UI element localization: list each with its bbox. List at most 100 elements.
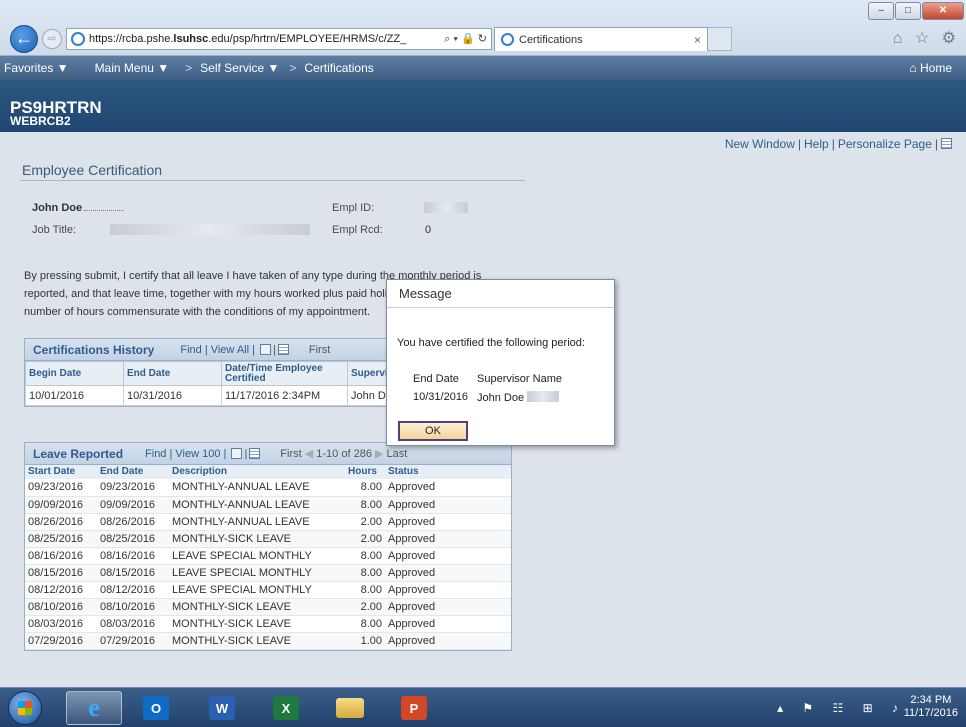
home-link[interactable]: ⌂ Home	[909, 61, 952, 75]
clock-time: 2:34 PM	[910, 694, 952, 706]
cell-status: Approved	[385, 547, 511, 565]
system-tray-icons[interactable]: ▴ ⚑ ☷ ⊞ ♪	[777, 701, 906, 715]
redacted-name	[84, 210, 125, 211]
powerpoint-icon: P	[401, 696, 427, 720]
cell-end-date: 09/09/2016	[97, 496, 169, 514]
ie-page-icon	[71, 32, 85, 46]
cell-end-date: 08/10/2016	[97, 598, 169, 616]
redacted-empl-id	[424, 202, 468, 213]
cell-end-date: 08/26/2016	[97, 513, 169, 531]
taskbar-internet-explorer[interactable]: e	[66, 691, 122, 725]
cell-status: Approved	[385, 632, 511, 650]
new-tab-button[interactable]	[708, 27, 732, 51]
cell-description: MONTHLY-ANNUAL LEAVE	[169, 513, 345, 531]
home-favorites-settings-icons[interactable]: ⌂ ☆ ⚙	[893, 28, 960, 48]
forward-button[interactable]: ⇨	[42, 29, 62, 49]
cell-start-date: 08/15/2016	[25, 564, 97, 582]
dialog-message: You have certified the following period:	[397, 337, 585, 349]
cell-end-date: 07/29/2016	[97, 632, 169, 650]
grid-find-view-links[interactable]: Find | View 100 | |	[145, 447, 262, 460]
minimize-button[interactable]: –	[868, 2, 894, 20]
zoom-icon[interactable]	[231, 447, 243, 459]
cell-description: MONTHLY-SICK LEAVE	[169, 598, 345, 616]
personalize-grid-icon[interactable]	[941, 138, 952, 149]
download-icon[interactable]	[277, 343, 289, 355]
title-divider	[20, 180, 525, 181]
tab-close-icon[interactable]: ×	[694, 33, 701, 47]
taskbar-file-explorer[interactable]	[322, 691, 378, 725]
windows-taskbar: e O W X P ▴ ⚑ ☷ ⊞ ♪ 2:34 PM 11/17/2016	[0, 687, 966, 727]
taskbar-outlook[interactable]: O	[128, 691, 184, 725]
col-start-date: Start Date	[25, 465, 97, 479]
table-row: 08/25/2016 08/25/2016 MONTHLY-SICK LEAVE 2.…	[25, 530, 511, 548]
grid-find-view-links[interactable]: Find | View All | |	[180, 343, 291, 356]
ok-button[interactable]: OK	[398, 421, 468, 441]
grid-first-link[interactable]: First	[309, 344, 330, 356]
col-end-date: End Date	[123, 361, 222, 386]
maximize-button[interactable]: □	[895, 2, 921, 20]
self-service-menu[interactable]: Self Service ▼	[200, 61, 279, 75]
cell-start-date: 08/26/2016	[25, 513, 97, 531]
cell-status: Approved	[385, 513, 511, 531]
cell-end-date: 10/31/2016	[123, 385, 222, 406]
help-link[interactable]: Help	[804, 137, 829, 151]
cell-start-date: 08/10/2016	[25, 598, 97, 616]
cell-status: Approved	[385, 496, 511, 514]
certifications-breadcrumb[interactable]: Certifications	[304, 61, 373, 75]
taskbar-powerpoint[interactable]: P	[386, 691, 442, 725]
col-end-date: End Date	[97, 465, 169, 479]
cell-hours: 1.00	[345, 632, 385, 650]
cell-end-date: 09/23/2016	[97, 479, 169, 497]
back-button[interactable]: ←	[10, 25, 38, 53]
message-dialog: Message You have certified the following…	[386, 279, 615, 446]
cell-description: MONTHLY-SICK LEAVE	[169, 530, 345, 548]
taskbar-excel[interactable]: X	[258, 691, 314, 725]
zoom-icon[interactable]	[260, 343, 272, 355]
cell-end-date: 08/12/2016	[97, 581, 169, 599]
internet-explorer-icon: e	[88, 693, 100, 722]
favorites-menu[interactable]: Favorites ▼	[4, 61, 69, 75]
col-hours: Hours	[345, 465, 385, 479]
empl-rcd-value: 0	[425, 224, 432, 236]
main-menu[interactable]: Main Menu ▼	[95, 61, 170, 75]
cell-status: Approved	[385, 598, 511, 616]
cell-datetime: 11/17/2016 2:34PM	[221, 385, 348, 406]
cell-hours: 8.00	[345, 496, 385, 514]
personalize-page-link[interactable]: Personalize Page	[838, 137, 932, 151]
browser-tab-certifications[interactable]: Certifications ×	[494, 27, 708, 51]
cell-end-date: 08/25/2016	[97, 530, 169, 548]
window-controls: – □ ✕	[867, 2, 964, 20]
cell-hours: 2.00	[345, 513, 385, 531]
new-window-link[interactable]: New Window	[725, 137, 795, 151]
address-url[interactable]: https://rcba.pshe.lsuhsc.edu/psp/hrtrn/E…	[89, 33, 440, 45]
browser-chrome: – □ ✕ ← ⇨ https://rcba.pshe.lsuhsc.edu/p…	[0, 0, 966, 56]
col-status: Status	[385, 465, 511, 479]
cell-start-date: 09/09/2016	[25, 496, 97, 514]
taskbar-word[interactable]: W	[194, 691, 250, 725]
address-bar[interactable]: https://rcba.pshe.lsuhsc.edu/psp/hrtrn/E…	[66, 28, 492, 50]
close-window-button[interactable]: ✕	[922, 2, 964, 20]
taskbar-clock[interactable]: 2:34 PM 11/17/2016	[904, 694, 958, 720]
cell-start-date: 07/29/2016	[25, 632, 97, 650]
job-title-label: Job Title:	[32, 224, 77, 236]
cell-description: LEAVE SPECIAL MONTHLY	[169, 581, 345, 599]
cell-hours: 8.00	[345, 564, 385, 582]
redacted-job-title	[110, 224, 310, 235]
grid-last-link[interactable]: Last	[387, 448, 408, 460]
cell-hours: 8.00	[345, 615, 385, 633]
address-tools-icons[interactable]: ⌕ ▾ 🔒 ↻	[444, 32, 487, 46]
table-row: 07/29/2016 07/29/2016 MONTHLY-SICK LEAVE 1.…	[25, 632, 511, 650]
ie-tab-icon	[501, 33, 514, 46]
server-name: WEBRCB2	[10, 114, 71, 128]
cell-status: Approved	[385, 564, 511, 582]
download-icon[interactable]	[249, 447, 261, 459]
empl-rcd-label: Empl Rcd:	[332, 224, 383, 236]
cell-description: LEAVE SPECIAL MONTHLY	[169, 564, 345, 582]
employee-name: John Doe	[32, 202, 125, 214]
dialog-title: Message	[387, 280, 614, 308]
cell-hours: 8.00	[345, 581, 385, 599]
cell-hours: 8.00	[345, 547, 385, 565]
start-button-icon[interactable]	[8, 691, 42, 725]
cell-description: MONTHLY-ANNUAL LEAVE	[169, 496, 345, 514]
grid-first-link[interactable]: First	[280, 448, 301, 460]
